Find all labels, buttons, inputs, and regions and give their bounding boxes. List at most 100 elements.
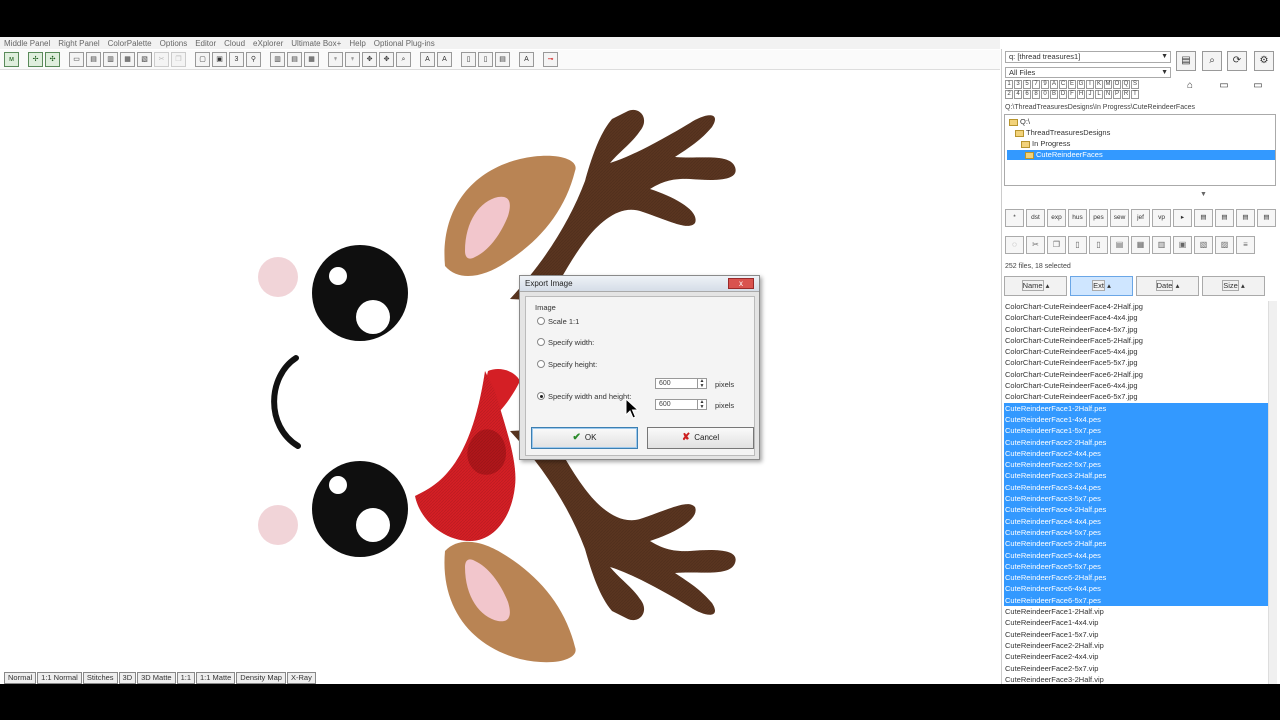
file-list-item[interactable]: CuteReindeerFace6-5x7.pes	[1004, 594, 1272, 607]
file-list-item[interactable]: ColorChart-CuteReindeerFace4-5x7.jpg	[1004, 324, 1272, 335]
file-list-item[interactable]: CuteReindeerFace3-2Half.vip	[1004, 674, 1272, 684]
quick-filter-key[interactable]: E	[1068, 80, 1076, 89]
quick-filter-key[interactable]: Q	[1122, 80, 1130, 89]
format-filter-button[interactable]: vp	[1152, 209, 1171, 227]
quick-filter-key[interactable]: I	[1086, 80, 1094, 89]
menu-help[interactable]: Help	[349, 39, 365, 48]
file-list-item[interactable]: CuteReindeerFace2-2Half.vip	[1004, 640, 1272, 651]
quick-filter-key[interactable]: L	[1095, 90, 1103, 99]
file-list-item[interactable]: CuteReindeerFace5-4x4.pes	[1004, 549, 1272, 561]
quick-filter-key[interactable]: J	[1086, 90, 1094, 99]
file-list-item[interactable]: ColorChart-CuteReindeerFace4-4x4.jpg	[1004, 312, 1272, 323]
view-details-icon[interactable]: ▦	[1131, 236, 1150, 254]
copy-icon[interactable]: ❐	[171, 52, 186, 67]
file-list-item[interactable]: CuteReindeerFace1-5x7.pes	[1004, 425, 1272, 437]
chevron-down-icon[interactable]: ▼	[1200, 191, 1207, 198]
sort-by-name-button[interactable]: Name ▴	[1004, 276, 1067, 296]
view-3d-icon[interactable]: 3	[229, 52, 244, 67]
format-filter-button[interactable]: exp	[1047, 209, 1066, 227]
file-list-item[interactable]: ColorChart-CuteReindeerFace6-2Half.jpg	[1004, 369, 1272, 380]
file-filter-combo[interactable]: All Files ▼	[1005, 67, 1171, 78]
ok-button[interactable]: ✔ OK	[531, 427, 638, 449]
new-folder-icon[interactable]: ▭	[1248, 77, 1268, 97]
save-icon[interactable]: ▤	[1176, 51, 1196, 71]
cancel-button[interactable]: ✘ Cancel	[647, 427, 754, 449]
quick-filter-key[interactable]: H	[1077, 90, 1085, 99]
quick-filter-key[interactable]: R	[1122, 90, 1130, 99]
quick-filter-key[interactable]: O	[1113, 80, 1121, 89]
sort-by-size-button[interactable]: Size ▴	[1202, 276, 1265, 296]
file-list-item[interactable]: CuteReindeerFace1-4x4.vip	[1004, 617, 1272, 628]
format-filter-button[interactable]: sew	[1110, 209, 1129, 227]
tab-1-1-normal[interactable]: 1:1 Normal	[37, 672, 82, 684]
file-list-item[interactable]: CuteReindeerFace1-2Half.vip	[1004, 606, 1272, 617]
quick-filter-key[interactable]: 7	[1032, 80, 1040, 89]
file-list-item[interactable]: CuteReindeerFace1-2Half.pes	[1004, 402, 1272, 414]
spin-arrows-icon[interactable]: ▲ ▼	[697, 379, 706, 388]
folder-tree[interactable]: Q:\ ThreadTreasuresDesigns In Progress C…	[1004, 114, 1276, 186]
open-icon[interactable]: ▭	[69, 52, 84, 67]
file-list-item[interactable]: ColorChart-CuteReindeerFace5-5x7.jpg	[1004, 357, 1272, 368]
file-list-item[interactable]: CuteReindeerFace4-4x4.pes	[1004, 515, 1272, 527]
tab-normal[interactable]: Normal	[4, 672, 37, 684]
format-filter-button[interactable]: pes	[1089, 209, 1108, 227]
file-list-item[interactable]: CuteReindeerFace2-4x4.pes	[1004, 447, 1272, 460]
file-list-item[interactable]: CuteReindeerFace2-4x4.vip	[1004, 651, 1272, 662]
quick-filter-key[interactable]: 1	[1005, 80, 1013, 89]
file-list-item[interactable]: CuteReindeerFace2-2Half.pes	[1004, 436, 1272, 448]
width-stepper[interactable]: 600 ▲ ▼	[655, 378, 707, 389]
spin-arrows-icon[interactable]: ▲ ▼	[697, 400, 706, 409]
menu-right-panel[interactable]: Right Panel	[58, 39, 99, 48]
tab-1-1[interactable]: 1:1	[176, 672, 196, 684]
needle-icon[interactable]: ♆	[345, 52, 360, 67]
menu-cloud[interactable]: Cloud	[224, 39, 245, 48]
move-icon[interactable]: ✥	[362, 52, 377, 67]
menu-editor[interactable]: Editor	[195, 39, 216, 48]
file-list-item[interactable]: CuteReindeerFace1-5x7.vip	[1004, 629, 1272, 640]
tab-3d-matte[interactable]: 3D Matte	[137, 672, 176, 684]
print-icon[interactable]: ▧	[1194, 236, 1213, 254]
select-tool-icon[interactable]: ✣	[45, 52, 60, 67]
text-tool-icon[interactable]: A	[420, 52, 435, 67]
tree-node-in-progress[interactable]: In Progress	[1021, 139, 1070, 149]
file-list-item[interactable]: CuteReindeerFace1-4x4.pes	[1004, 413, 1272, 426]
radio-specify-width[interactable]	[537, 338, 545, 346]
quick-filter-key[interactable]: G	[1077, 80, 1085, 89]
file-list-item[interactable]: ColorChart-CuteReindeerFace5-2Half.jpg	[1004, 335, 1272, 346]
quick-filter-key[interactable]: C	[1059, 80, 1067, 89]
quick-filter-key[interactable]: 8	[1032, 90, 1040, 99]
quick-filter-key[interactable]: 3	[1014, 80, 1022, 89]
quick-filter-key[interactable]: N	[1104, 90, 1112, 99]
view-link-icon[interactable]: ⚲	[246, 52, 261, 67]
page2-icon[interactable]: ▯	[478, 52, 493, 67]
filter-icon[interactable]: ▤	[1236, 209, 1255, 227]
filter-icon[interactable]: ▤	[1194, 209, 1213, 227]
radio-scale-1-1[interactable]	[537, 317, 545, 325]
copy-icon[interactable]: ❐	[1047, 236, 1066, 254]
select-all-icon[interactable]: ◌	[1005, 236, 1024, 254]
paste-icon[interactable]: ▯	[1068, 236, 1087, 254]
view-grid-icon[interactable]: ▣	[212, 52, 227, 67]
format-filter-button[interactable]: dst	[1026, 209, 1045, 227]
radio-specify-width-height[interactable]	[537, 392, 545, 400]
quick-filter-key[interactable]: P	[1113, 90, 1121, 99]
file-list-item[interactable]: CuteReindeerFace4-2Half.pes	[1004, 504, 1272, 516]
quick-filter-key[interactable]: K	[1095, 80, 1103, 89]
tab-stitches[interactable]: Stitches	[82, 672, 118, 684]
file-list-item[interactable]: CuteReindeerFace6-4x4.pes	[1004, 583, 1272, 595]
menu-optional-plugins[interactable]: Optional Plug-ins	[374, 39, 435, 48]
menu-ultimate-box[interactable]: Ultimate Box+	[291, 39, 341, 48]
export-icon[interactable]: ▧	[137, 52, 152, 67]
file-list-item[interactable]: CuteReindeerFace6-2Half.pes	[1004, 572, 1272, 584]
quick-filter-key[interactable]: 5	[1023, 80, 1031, 89]
layer-icon[interactable]: ▤	[495, 52, 510, 67]
file-list-item[interactable]: ColorChart-CuteReindeerFace5-4x4.jpg	[1004, 346, 1272, 357]
file-list-item[interactable]: CuteReindeerFace4-5x7.pes	[1004, 526, 1272, 539]
settings-icon[interactable]: ⚙	[1254, 51, 1274, 71]
undo-icon[interactable]: ▯	[1089, 236, 1108, 254]
view-list-icon[interactable]: ▤	[1110, 236, 1129, 254]
file-list-item[interactable]: ColorChart-CuteReindeerFace6-5x7.jpg	[1004, 391, 1272, 402]
quick-filter-key[interactable]: 9	[1041, 80, 1049, 89]
hoop-icon[interactable]: ▥	[270, 52, 285, 67]
lettering-icon[interactable]: A	[519, 52, 534, 67]
